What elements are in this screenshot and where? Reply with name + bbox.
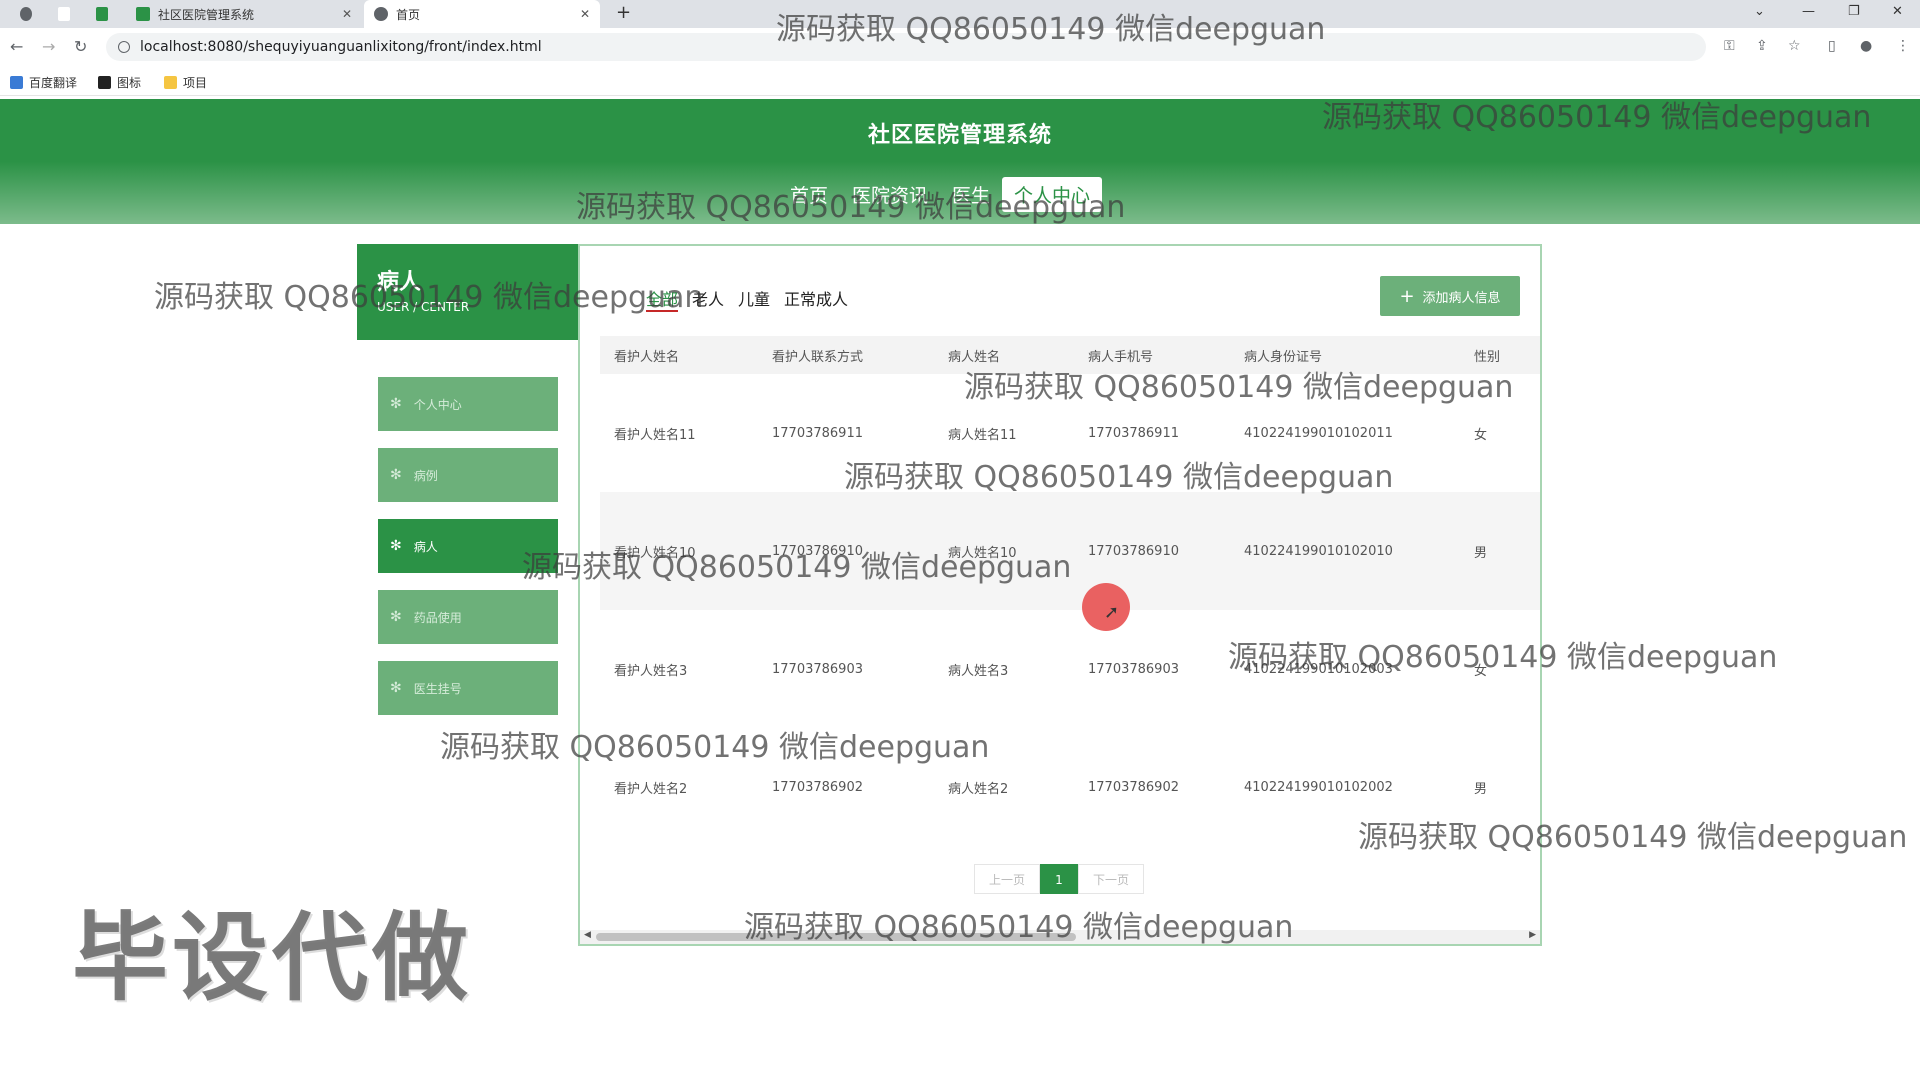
vue-icon: [96, 7, 108, 21]
bookmark-label: 图标: [117, 76, 142, 90]
vue-icon: [136, 7, 150, 21]
snowflake-icon: ✻: [390, 538, 402, 554]
table-cell: 病人姓名11: [948, 427, 1017, 443]
watermark-text: 源码获取 QQ86050149 微信deepguan: [440, 730, 990, 765]
watermark-text: 源码获取 QQ86050149 微信deepguan: [1322, 100, 1872, 135]
watermark-text: 源码获取 QQ86050149 微信deepguan: [576, 190, 1126, 225]
plus-icon: +: [1399, 285, 1415, 307]
sidebar-item-label: 药品使用: [413, 610, 462, 625]
sidebar-item-cases[interactable]: ✻ 病例: [378, 448, 558, 502]
filter-children[interactable]: 儿童: [738, 286, 770, 312]
watermark-text: 源码获取 QQ86050149 微信deepguan: [744, 910, 1294, 945]
table-cell: 看护人姓名3: [614, 663, 688, 679]
table-cell: 女: [1474, 427, 1488, 443]
prev-page-button[interactable]: 上一页: [974, 864, 1040, 894]
back-icon[interactable]: ←: [10, 37, 23, 56]
bookmark-label: 百度翻译: [29, 76, 78, 90]
profile-icon[interactable]: ●: [1860, 38, 1872, 54]
watermark-text: 源码获取 QQ86050149 微信deepguan: [1228, 640, 1778, 675]
reload-icon[interactable]: ↻: [74, 37, 87, 56]
globe-icon: [20, 7, 32, 21]
watermark-text: 源码获取 QQ86050149 微信deepguan: [154, 280, 704, 315]
table-cell: 男: [1474, 545, 1488, 561]
snowflake-icon: ✻: [390, 609, 402, 625]
column-header[interactable]: 看护人联系方式: [758, 346, 934, 365]
snowflake-icon: ✻: [390, 467, 402, 483]
forward-icon[interactable]: →: [42, 37, 55, 56]
sidebar-item-label: 医生挂号: [413, 681, 462, 696]
filter-adult[interactable]: 正常成人: [784, 286, 848, 312]
tab-title: 首页: [396, 7, 421, 22]
watermark-text: 源码获取 QQ86050149 微信deepguan: [522, 550, 1072, 585]
bookmark-item[interactable]: 项目: [164, 74, 207, 91]
minimize-icon[interactable]: —: [1802, 4, 1815, 19]
url-text: localhost:8080/shequyiyuanguanlixitong/f…: [140, 39, 542, 55]
table-cell: 17703786902: [772, 779, 863, 795]
new-tab-icon[interactable]: +: [616, 2, 631, 23]
translate-icon: [10, 76, 23, 89]
menu-icon[interactable]: ⋮: [1896, 38, 1910, 54]
column-header[interactable]: 看护人姓名: [600, 346, 758, 365]
add-patient-button[interactable]: + 添加病人信息: [1380, 276, 1520, 316]
scroll-right-icon[interactable]: ▶: [1529, 930, 1536, 940]
share-icon[interactable]: ⇪: [1756, 38, 1768, 54]
snowflake-icon: ✻: [390, 396, 402, 412]
close-icon[interactable]: ✕: [580, 7, 590, 21]
tab-title: 社区医院管理系统: [158, 7, 255, 22]
add-button-label: 添加病人信息: [1422, 290, 1501, 306]
watermark-text: 源码获取 QQ86050149 微信deepguan: [1358, 820, 1908, 855]
close-window-icon[interactable]: ✕: [1892, 4, 1903, 19]
table-cell: 410224199010102011: [1244, 425, 1393, 441]
table-cell: 410224199010102002: [1244, 779, 1393, 795]
browser-tab-home[interactable]: 首页 ✕: [364, 0, 600, 28]
table-cell: 17703786910: [1088, 543, 1179, 559]
table-cell: 17703786903: [772, 661, 863, 677]
browser-tab-hospital[interactable]: 社区医院管理系统 ✕: [126, 0, 362, 28]
browser-tab[interactable]: [86, 0, 116, 28]
image-icon: [98, 76, 111, 89]
sidebar-item-user-center[interactable]: ✻ 个人中心: [378, 377, 558, 431]
table-cell: 病人姓名2: [948, 781, 1009, 797]
sidebar-item-label: 个人中心: [413, 397, 462, 412]
table-cell: 17703786903: [1088, 661, 1179, 677]
watermark-text: 源码获取 QQ86050149 微信deepguan: [776, 12, 1326, 47]
table-cell: 17703786911: [1088, 425, 1179, 441]
patient-table: 看护人姓名 看护人联系方式 病人姓名 病人手机号 病人身份证号 性别 看护人姓名…: [600, 336, 1540, 846]
key-icon[interactable]: ⚿: [1724, 38, 1735, 54]
table-cell: 看护人姓名11: [614, 427, 696, 443]
watermark-text: 源码获取 QQ86050149 微信deepguan: [964, 370, 1514, 405]
bookmark-item[interactable]: 图标: [98, 74, 141, 91]
star-icon[interactable]: ☆: [1788, 38, 1801, 54]
sidebar-item-medicine[interactable]: ✻ 药品使用: [378, 590, 558, 644]
page-icon: [58, 7, 70, 21]
browser-tab[interactable]: [48, 0, 78, 28]
bookmark-item[interactable]: 百度翻译: [10, 74, 77, 91]
close-icon[interactable]: ✕: [342, 7, 352, 21]
table-cell: 看护人姓名2: [614, 781, 688, 797]
sidebar-item-label: 病例: [413, 468, 438, 483]
sidebar-item-label: 病人: [413, 539, 438, 554]
table-cell: 17703786911: [772, 425, 863, 441]
bookmark-label: 项目: [183, 76, 208, 90]
folder-icon: [164, 76, 177, 89]
pagination: 上一页 1 下一页: [974, 864, 1144, 894]
promo-watermark: 毕设代做: [72, 902, 472, 1014]
table-cell: 17703786902: [1088, 779, 1179, 795]
info-icon[interactable]: [118, 41, 130, 53]
table-cell: 410224199010102010: [1244, 543, 1393, 559]
table-cell: 病人姓名3: [948, 663, 1009, 679]
snowflake-icon: ✻: [390, 680, 402, 696]
next-page-button[interactable]: 下一页: [1078, 864, 1144, 894]
scroll-left-icon[interactable]: ◀: [584, 930, 591, 940]
browser-tab[interactable]: [10, 0, 40, 28]
restore-icon[interactable]: ❐: [1848, 4, 1860, 19]
chevron-down-icon[interactable]: ⌄: [1754, 4, 1765, 19]
cursor-icon: ➚: [1104, 602, 1120, 623]
page-number-button[interactable]: 1: [1040, 864, 1078, 894]
watermark-text: 源码获取 QQ86050149 微信deepguan: [844, 460, 1394, 495]
sidebar-item-registration[interactable]: ✻ 医生挂号: [378, 661, 558, 715]
sidepanel-icon[interactable]: ▯: [1828, 38, 1836, 54]
globe-icon: [374, 7, 388, 21]
table-cell: 男: [1474, 781, 1488, 797]
